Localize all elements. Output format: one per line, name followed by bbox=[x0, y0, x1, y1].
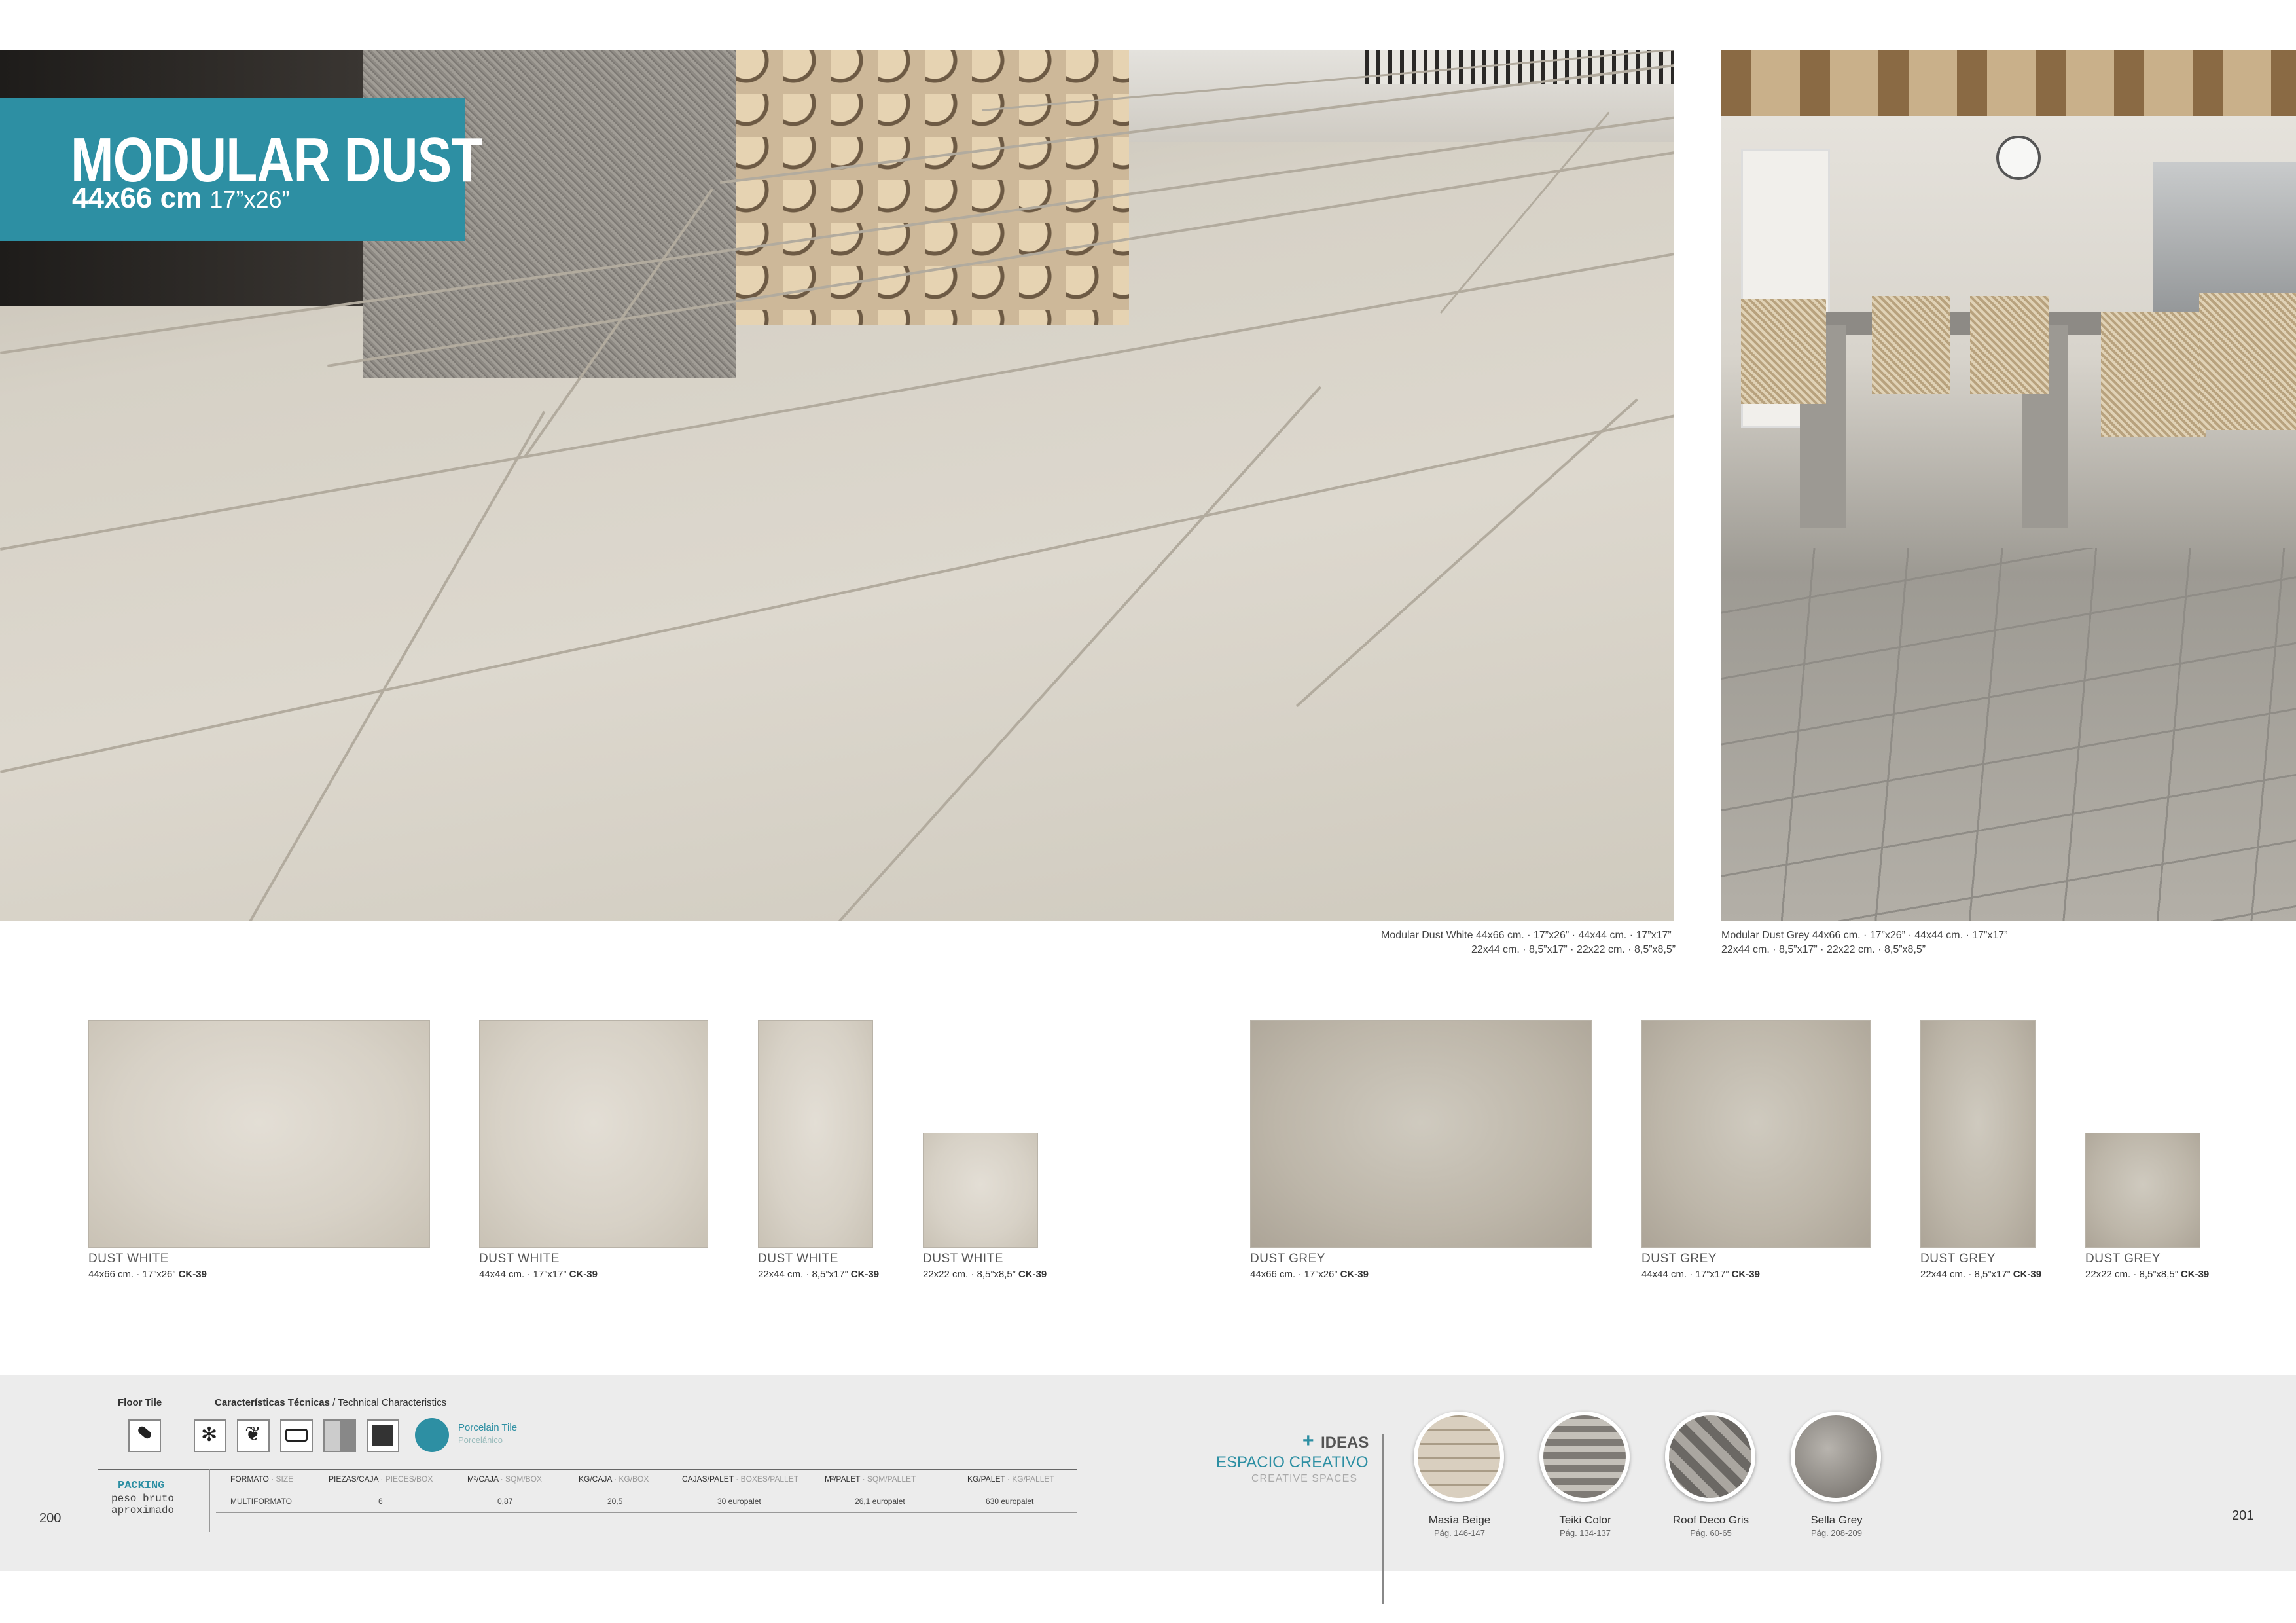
table-cell: 630 europalet bbox=[986, 1497, 1034, 1506]
swatch-name: DUST WHITE bbox=[479, 1252, 560, 1266]
main-photo-caption: Modular Dust White 44x66 cm. · 17”x26” ·… bbox=[1381, 930, 1672, 941]
ideas-title: ESPACIO CREATIVO bbox=[1216, 1453, 1369, 1471]
idea-pages: Pág. 134-137 bbox=[1559, 1528, 1611, 1538]
swatch-dust-white-44x66 bbox=[88, 1020, 430, 1248]
technical-title: Características Técnicas / Technical Cha… bbox=[215, 1397, 447, 1408]
swatch-name: DUST GREY bbox=[1250, 1252, 1326, 1266]
ideas-subtitle: CREATIVE SPACES bbox=[1251, 1473, 1357, 1484]
packing-label: PACKING bbox=[118, 1480, 165, 1492]
floor-use-icon bbox=[128, 1419, 161, 1452]
chair bbox=[2101, 312, 2206, 437]
kitchen-photo bbox=[1721, 50, 2296, 921]
idea-name: Teiki Color bbox=[1559, 1514, 1611, 1526]
idea-pages: Pág. 208-209 bbox=[1810, 1528, 1863, 1538]
leaf-icon: ❦ bbox=[237, 1419, 270, 1452]
swatch-name: DUST GREY bbox=[2085, 1252, 2161, 1266]
idea-teiki-color[interactable] bbox=[1539, 1412, 1630, 1502]
ideas-label: IDEAS bbox=[1321, 1434, 1369, 1451]
shade-variation-icon bbox=[323, 1419, 356, 1452]
page-number-left: 200 bbox=[39, 1511, 62, 1525]
swatch-dust-white-44x44 bbox=[479, 1020, 708, 1248]
table-header: PIEZAS/CAJA · PIECES/BOX bbox=[329, 1474, 433, 1484]
table-cell: 20,5 bbox=[607, 1497, 623, 1506]
swatch-dust-white-22x22 bbox=[923, 1133, 1038, 1248]
swatch-size: 44x44 cm. · 17”x17” CK-39 bbox=[1641, 1269, 1760, 1280]
window-blinds bbox=[1365, 50, 1674, 84]
swatch-dust-grey-22x22 bbox=[2085, 1133, 2200, 1248]
firewood-stack bbox=[736, 50, 1129, 325]
swatch-name: DUST GREY bbox=[1920, 1252, 1996, 1266]
porcelain-icon bbox=[415, 1418, 449, 1452]
idea-pages: Pág. 146-147 bbox=[1433, 1528, 1486, 1538]
porcelain-label: Porcelain Tile bbox=[458, 1422, 518, 1433]
swatch-dust-grey-44x44 bbox=[1641, 1020, 1871, 1248]
chair bbox=[1872, 296, 1950, 394]
table-header: M²/PALET · SQM/PALLET bbox=[825, 1474, 916, 1484]
swatch-size: 44x66 cm. · 17”x26” CK-39 bbox=[1250, 1269, 1369, 1280]
swatch-name: DUST WHITE bbox=[88, 1252, 169, 1266]
swatch-name: DUST WHITE bbox=[923, 1252, 1003, 1266]
chair bbox=[1970, 296, 2049, 394]
swatch-dust-white-22x44 bbox=[758, 1020, 873, 1248]
swatch-size: 44x66 cm. · 17”x26” CK-39 bbox=[88, 1269, 207, 1280]
ceiling-beams bbox=[1721, 50, 2296, 116]
idea-name: Sella Grey bbox=[1810, 1514, 1863, 1526]
swatch-size: 22x44 cm. · 8,5”x17” CK-39 bbox=[758, 1269, 880, 1280]
packing-sub: peso bruto bbox=[111, 1493, 175, 1504]
chair bbox=[1741, 299, 1826, 404]
idea-sella-grey[interactable] bbox=[1791, 1412, 1881, 1502]
idea-masia-beige[interactable] bbox=[1414, 1412, 1504, 1502]
wall-clock bbox=[1996, 136, 2041, 180]
ideas-plus: + bbox=[1302, 1430, 1314, 1451]
frost-resistant-icon: ✻ bbox=[194, 1419, 226, 1452]
table-header: CAJAS/PALET · BOXES/PALLET bbox=[682, 1474, 799, 1484]
side-photo-caption: Modular Dust Grey 44x66 cm. · 17”x26” · … bbox=[1721, 930, 2008, 941]
chair bbox=[2199, 293, 2296, 430]
main-photo-caption-2: 22x44 cm. · 8,5”x17” · 22x22 cm. · 8,5”x… bbox=[1471, 944, 1676, 955]
idea-name: Roof Deco Gris bbox=[1672, 1514, 1749, 1526]
table-cell: 0,87 bbox=[497, 1497, 513, 1506]
footer: Floor Tile Características Técnicas / Te… bbox=[0, 1375, 2296, 1604]
floor-tile-label: Floor Tile bbox=[118, 1397, 162, 1408]
product-size: 44x66 cm 17”x26” bbox=[72, 182, 289, 215]
idea-pages: Pág. 60-65 bbox=[1690, 1528, 1732, 1538]
idea-roof-deco-gris[interactable] bbox=[1665, 1412, 1755, 1502]
table-cell: 30 europalet bbox=[717, 1497, 761, 1506]
title-banner: MODULAR DUST 44x66 cm 17”x26” bbox=[0, 98, 482, 241]
porcelain-label-es: Porcelánico bbox=[458, 1435, 503, 1445]
table-cell: 26,1 europalet bbox=[855, 1497, 905, 1506]
idea-name: Masía Beige bbox=[1428, 1514, 1491, 1526]
matt-finish-icon bbox=[367, 1419, 399, 1452]
swatch-name: DUST WHITE bbox=[758, 1252, 838, 1266]
page-number-right: 201 bbox=[2232, 1508, 2254, 1523]
table-header: KG/CAJA · KG/BOX bbox=[579, 1474, 649, 1484]
table-header: FORMATO · SIZE bbox=[230, 1474, 294, 1484]
swatch-size: 22x44 cm. · 8,5”x17” CK-39 bbox=[1920, 1269, 2042, 1280]
table-cell: MULTIFORMATO bbox=[230, 1497, 292, 1506]
size-inches: 17”x26” bbox=[209, 186, 290, 213]
swatch-name: DUST GREY bbox=[1641, 1252, 1717, 1266]
swatch-dust-grey-22x44 bbox=[1920, 1020, 2036, 1248]
table-header: KG/PALET · KG/PALLET bbox=[967, 1474, 1054, 1484]
table-cell: 6 bbox=[378, 1497, 383, 1506]
packing-sub-2: aproximado bbox=[111, 1504, 175, 1516]
swatch-size: 44x44 cm. · 17”x17” CK-39 bbox=[479, 1269, 598, 1280]
swatch-size: 22x22 cm. · 8,5”x8,5” CK-39 bbox=[923, 1269, 1047, 1280]
grey-tile-floor bbox=[1721, 548, 2296, 921]
swatch-size: 22x22 cm. · 8,5”x8,5” CK-39 bbox=[2085, 1269, 2210, 1280]
size-cm: 44x66 cm bbox=[72, 182, 202, 214]
swatch-dust-grey-44x66 bbox=[1250, 1020, 1592, 1248]
format-icon bbox=[280, 1419, 313, 1452]
side-photo-caption-2: 22x44 cm. · 8,5”x17” · 22x22 cm. · 8,5”x… bbox=[1721, 944, 1926, 955]
table-header: M²/CAJA · SQM/BOX bbox=[467, 1474, 543, 1484]
